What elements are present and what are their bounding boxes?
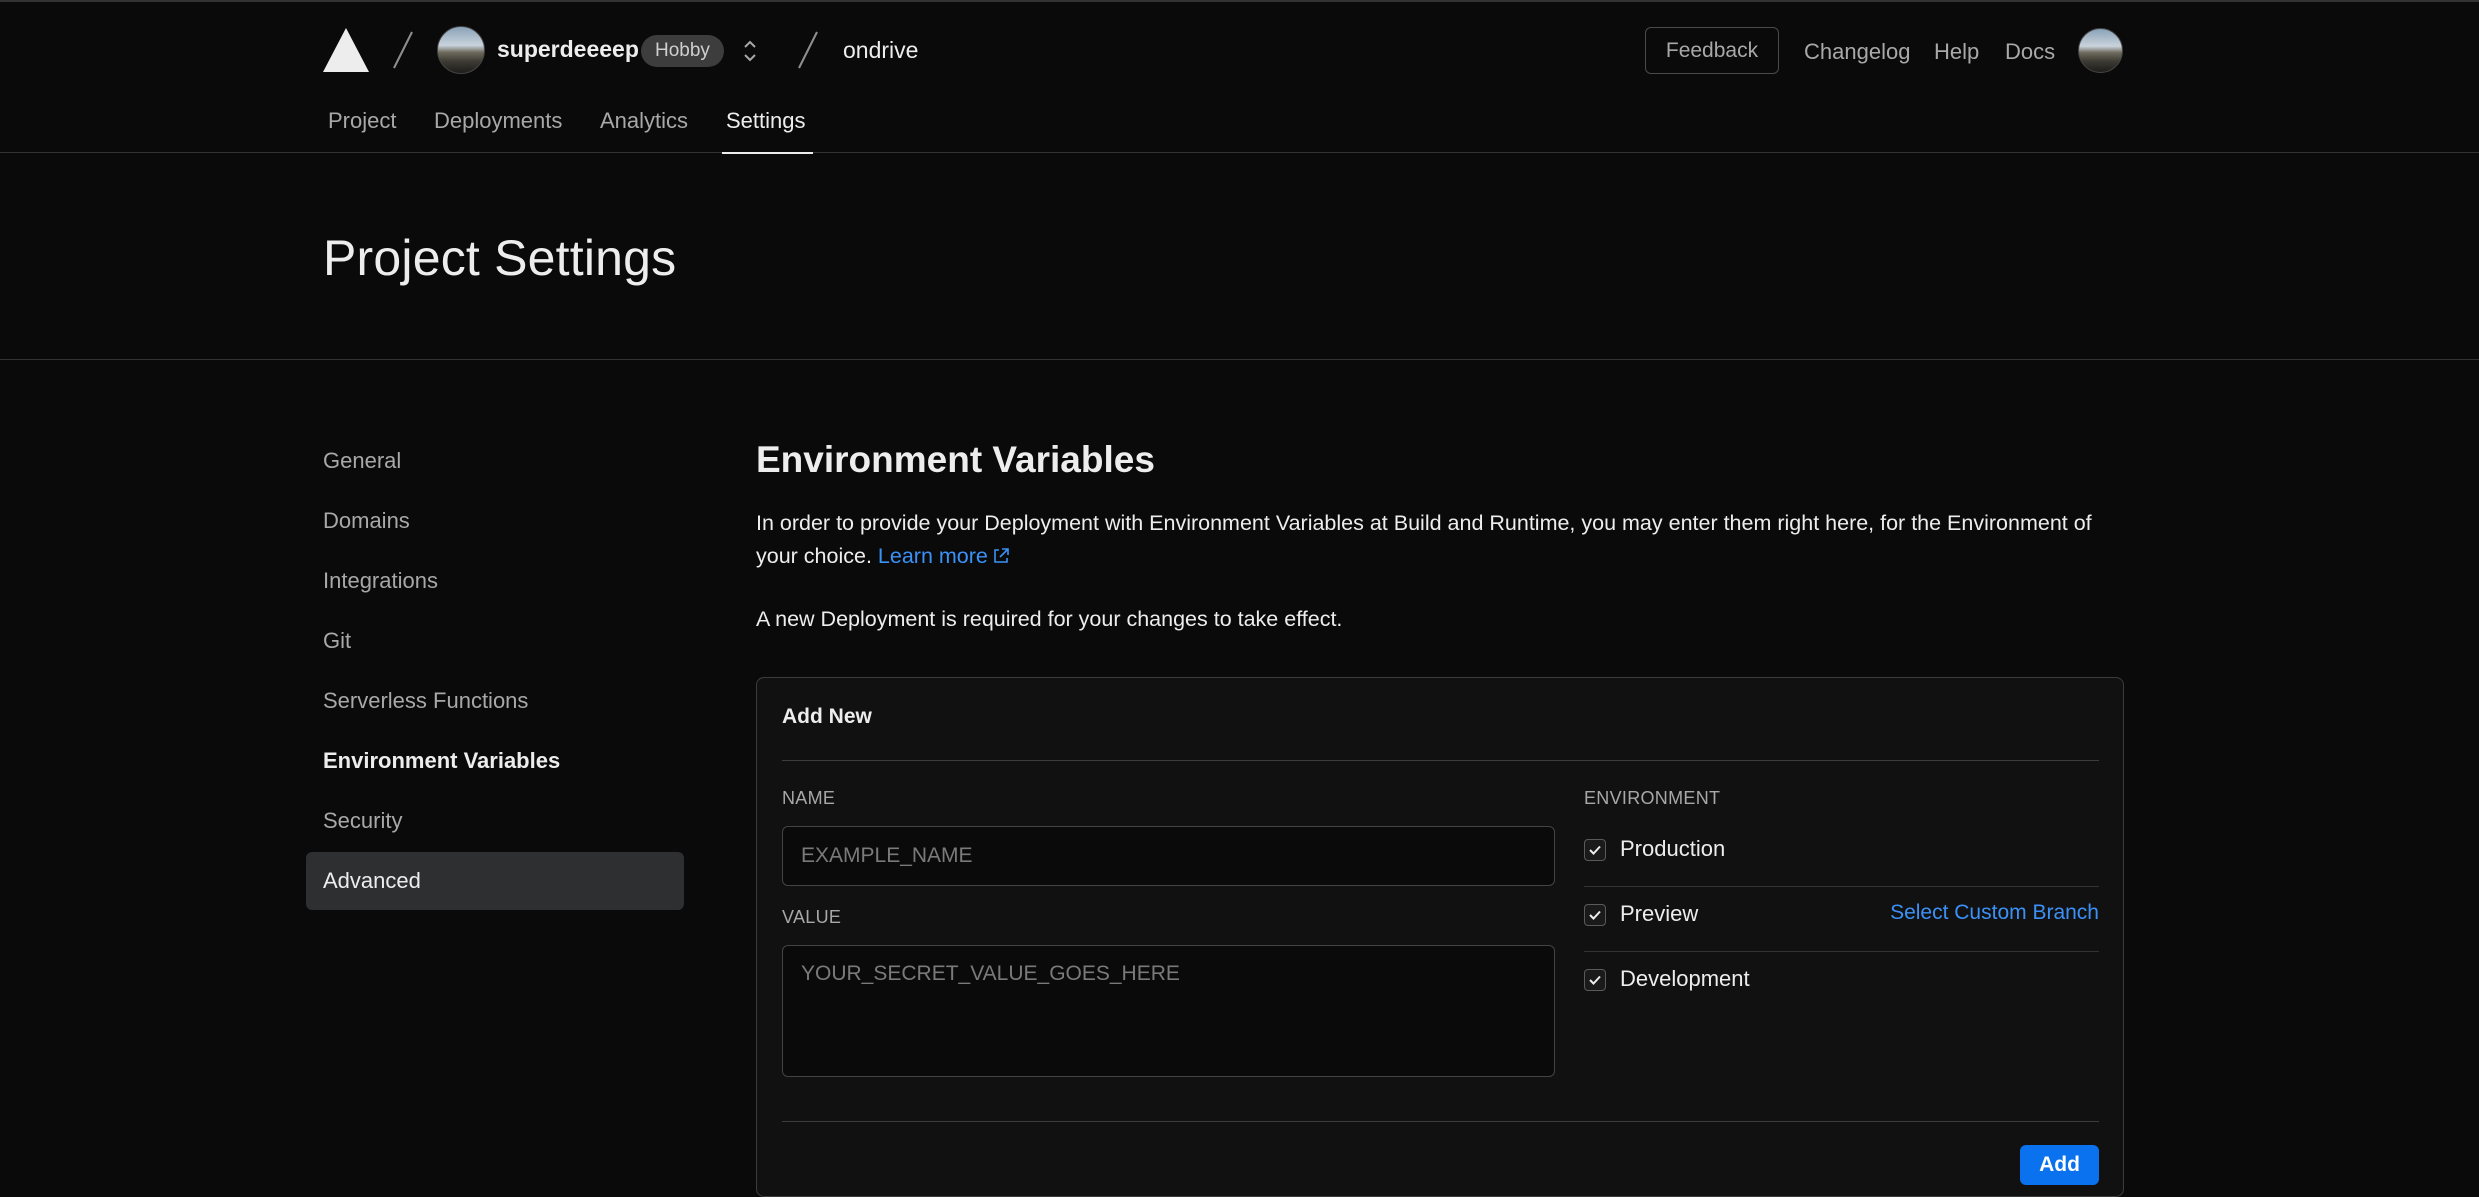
tab-deployments[interactable]: Deployments [434,108,562,134]
feedback-button[interactable]: Feedback [1645,27,1779,74]
name-label: NAME [782,788,836,808]
breadcrumb-separator-icon [393,31,413,69]
sidebar-item-serverless-functions[interactable]: Serverless Functions [306,672,684,730]
divider [782,1121,2099,1122]
vercel-logo-icon[interactable] [323,28,369,72]
section-title: Environment Variables [756,439,1155,480]
tab-analytics[interactable]: Analytics [600,108,688,134]
sidebar-item-security[interactable]: Security [306,792,684,850]
select-custom-branch-link[interactable]: Select Custom Branch [1890,901,2099,925]
sidebar-item-environment-variables[interactable]: Environment Variables [306,732,684,790]
help-link[interactable]: Help [1934,39,1979,65]
preview-label: Preview [1620,901,1699,926]
top-navigation-bar: superdeeeep Hobby ondrive Feedback Chang… [0,0,2479,154]
value-textarea[interactable] [782,945,1555,1077]
sidebar-item-git[interactable]: Git [306,612,684,670]
page-header: Project Settings [0,153,2479,360]
checkmark-icon [1589,845,1601,855]
external-link-icon [994,548,1009,563]
learn-more-link[interactable]: Learn more [878,544,1010,568]
changelog-link[interactable]: Changelog [1804,39,1910,65]
section-description: In order to provide your Deployment with… [756,507,2126,573]
production-checkbox[interactable] [1584,839,1606,861]
production-label: Production [1620,836,1726,861]
sidebar-item-advanced[interactable]: Advanced [306,852,684,910]
checkmark-icon [1589,975,1601,985]
breadcrumb-separator-icon [798,31,818,69]
card-title: Add New [782,705,872,728]
env-production-row[interactable]: Production [1584,818,2099,882]
checkmark-icon [1589,910,1601,920]
plan-badge: Hobby [641,35,724,67]
development-label: Development [1620,966,1750,991]
tab-project[interactable]: Project [328,108,396,134]
user-avatar[interactable] [2078,28,2123,73]
add-button[interactable]: Add [2020,1145,2099,1185]
name-input[interactable] [782,826,1555,886]
deployment-note: A new Deployment is required for your ch… [756,607,1343,631]
page-title: Project Settings [323,230,677,286]
chevron-up-down-icon[interactable] [740,36,760,66]
sidebar-item-domains[interactable]: Domains [306,492,684,550]
value-label: VALUE [782,907,842,927]
sidebar-item-integrations[interactable]: Integrations [306,552,684,610]
environment-label: ENVIRONMENT [1584,788,1721,808]
env-development-row[interactable]: Development [1584,948,2099,1012]
docs-link[interactable]: Docs [2005,39,2055,65]
team-name[interactable]: superdeeeep [497,36,639,63]
preview-checkbox[interactable] [1584,904,1606,926]
add-new-card: Add New NAME VALUE ENVIRONMENT Productio… [756,677,2124,1197]
project-name[interactable]: ondrive [843,37,918,64]
tab-settings[interactable]: Settings [726,108,806,134]
divider [782,760,2099,761]
env-preview-row[interactable]: Preview Select Custom Branch [1584,883,2099,947]
sidebar-item-general[interactable]: General [306,432,684,490]
development-checkbox[interactable] [1584,969,1606,991]
team-avatar[interactable] [437,26,485,74]
